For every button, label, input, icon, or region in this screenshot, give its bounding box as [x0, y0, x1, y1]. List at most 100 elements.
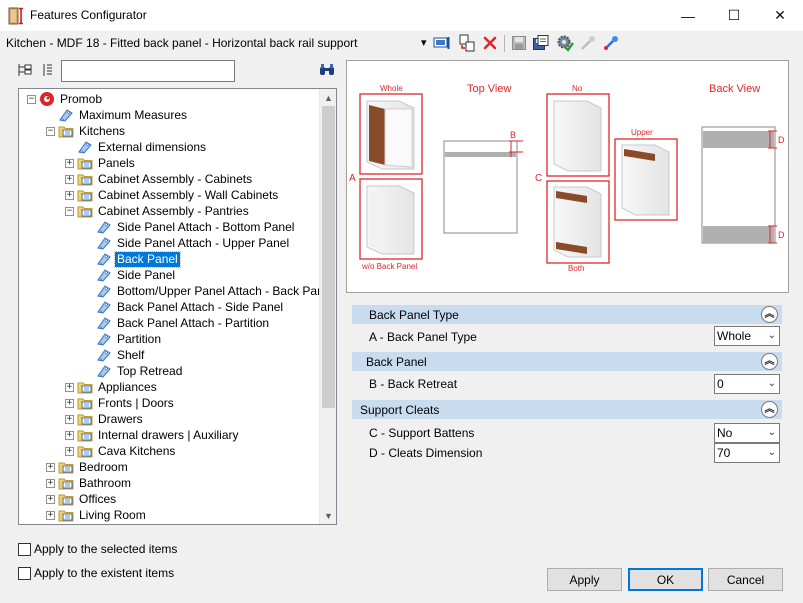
tree-item[interactable]: Maximum Measures: [46, 107, 189, 123]
maximize-button[interactable]: ☐: [711, 0, 757, 31]
expand-icon[interactable]: +: [46, 478, 55, 488]
label-a: A: [349, 173, 356, 184]
selected-value: 70: [717, 446, 731, 460]
tree-item[interactable]: + Cabinet Assembly - Cabinets: [65, 171, 254, 187]
expand-icon[interactable]: +: [65, 382, 74, 392]
tree-item[interactable]: + Cabinet Assembly - Wall Cabinets: [65, 187, 280, 203]
pick-edit-button[interactable]: [602, 34, 620, 52]
expand-icon[interactable]: +: [65, 430, 74, 440]
tree-item[interactable]: External dimensions: [65, 139, 208, 155]
close-button[interactable]: ✕: [757, 0, 803, 31]
scroll-up-arrow[interactable]: ▲: [320, 89, 336, 106]
tree-item[interactable]: + Bedroom: [46, 459, 130, 475]
pick-edit-icon: [604, 36, 618, 50]
tree-item[interactable]: Shelf: [84, 347, 146, 363]
back-retreat-select[interactable]: 0 ⌄: [714, 374, 780, 394]
apply-to-selection-button[interactable]: [433, 34, 451, 52]
expand-icon[interactable]: +: [65, 398, 74, 408]
collapse-icon[interactable]: −: [46, 126, 55, 136]
expand-icon[interactable]: +: [46, 510, 55, 520]
tree-structure-icon[interactable]: [17, 62, 33, 78]
list-view-icon[interactable]: [40, 62, 56, 78]
save-button[interactable]: [510, 34, 528, 52]
selected-value: 0: [717, 377, 724, 391]
tree-item[interactable]: Side Panel: [84, 267, 177, 283]
collapse-icon[interactable]: ︽: [761, 353, 778, 370]
tree-item-label: Bathroom: [79, 475, 132, 490]
copy-configuration-icon: [459, 34, 475, 52]
tree-item[interactable]: + Cava Kitchens: [65, 443, 177, 459]
tree-item[interactable]: Side Panel Attach - Upper Panel: [84, 235, 291, 251]
tree-item[interactable]: Back Panel Attach - Partition: [84, 315, 271, 331]
whole-caption: Whole: [380, 84, 403, 93]
tree-item-label: Back Panel: [114, 250, 181, 268]
tree-item[interactable]: Bottom/Upper Panel Attach - Back Panel: [84, 283, 335, 299]
delete-button[interactable]: [481, 34, 499, 52]
tree-scrollbar[interactable]: ▲ ▼: [319, 89, 336, 524]
tree-item[interactable]: + Living Room: [46, 507, 148, 523]
tree-item[interactable]: + Appliances: [65, 379, 159, 395]
expand-icon[interactable]: +: [65, 174, 74, 184]
expand-icon[interactable]: +: [65, 414, 74, 424]
tree-item[interactable]: + Drawers: [65, 411, 145, 427]
section-support-cleats[interactable]: Support Cleats ︽: [352, 400, 782, 419]
section-back-panel-type[interactable]: Back Panel Type ︽: [352, 305, 782, 324]
tree-item[interactable]: +: [46, 523, 81, 524]
back-panel-type-select[interactable]: Whole ⌄: [714, 326, 780, 346]
tree-item[interactable]: + Panels: [65, 155, 137, 171]
collapse-icon[interactable]: −: [65, 206, 74, 216]
apply-to-selection-icon: [433, 37, 450, 49]
configuration-dropdown-arrow[interactable]: ▾: [421, 36, 427, 49]
minimize-button[interactable]: —: [665, 0, 711, 31]
scroll-thumb[interactable]: [322, 106, 335, 408]
tree-item[interactable]: + Bathroom: [46, 475, 133, 491]
save-as-button[interactable]: [532, 34, 550, 52]
tree-item[interactable]: Back Panel Attach - Side Panel: [84, 299, 285, 315]
tree-item-label: Top Retread: [117, 363, 183, 378]
ok-button[interactable]: OK: [628, 568, 703, 591]
tree-item[interactable]: − Cabinet Assembly - Pantries: [65, 203, 251, 219]
cleats-dimension-select[interactable]: 70 ⌄: [714, 443, 780, 463]
expand-icon[interactable]: +: [46, 462, 55, 472]
features-tree[interactable]: − Promob Maximum Measures − Kitchens External…: [18, 88, 337, 525]
toolbar-separator: [504, 35, 505, 52]
tree-item[interactable]: Back Panel: [84, 250, 181, 268]
tree-item[interactable]: Top Retread: [84, 363, 184, 379]
expand-icon[interactable]: +: [65, 446, 74, 456]
settings-check-button[interactable]: [556, 34, 574, 52]
tree-item[interactable]: − Kitchens: [46, 123, 127, 139]
tree-item[interactable]: + Internal drawers | Auxiliary: [65, 427, 241, 443]
apply-selected-checkbox[interactable]: [18, 543, 31, 556]
apply-existent-checkbox[interactable]: [18, 567, 31, 580]
tree-item-label: Living Room: [79, 507, 146, 522]
cancel-button[interactable]: Cancel: [708, 568, 783, 591]
tree-item[interactable]: + Fronts | Doors: [65, 395, 176, 411]
copy-configuration-button[interactable]: [458, 34, 476, 52]
tree-item-label: Back Panel Attach - Partition: [117, 315, 270, 330]
scroll-down-arrow[interactable]: ▼: [320, 507, 336, 524]
apply-existent-label: Apply to the existent items: [34, 566, 175, 580]
expand-icon[interactable]: +: [65, 158, 74, 168]
tag-icon: [97, 317, 111, 330]
folder-icon: [58, 478, 74, 489]
tree-item[interactable]: Partition: [84, 331, 163, 347]
collapse-icon[interactable]: −: [27, 94, 36, 104]
section-title: Back Panel: [366, 354, 427, 369]
expand-icon[interactable]: +: [46, 494, 55, 504]
tree-item-label: Promob: [60, 91, 103, 106]
expand-icon[interactable]: +: [65, 190, 74, 200]
support-battens-select[interactable]: No ⌄: [714, 423, 780, 443]
tree-item-label: Bottom/Upper Panel Attach - Back Panel: [117, 283, 334, 298]
tree-item[interactable]: + Offices: [46, 491, 118, 507]
folder-icon: [77, 190, 93, 201]
search-input[interactable]: [61, 60, 235, 82]
tree-item[interactable]: Side Panel Attach - Bottom Panel: [84, 219, 296, 235]
binoculars-icon[interactable]: [319, 63, 335, 77]
collapse-icon[interactable]: ︽: [761, 306, 778, 323]
disabled-pick-button[interactable]: [579, 34, 597, 52]
section-back-panel[interactable]: Back Panel ︽: [352, 352, 782, 371]
tag-icon: [97, 237, 111, 250]
collapse-icon[interactable]: ︽: [761, 401, 778, 418]
tree-item[interactable]: − Promob: [27, 91, 104, 107]
apply-button[interactable]: Apply: [547, 568, 622, 591]
